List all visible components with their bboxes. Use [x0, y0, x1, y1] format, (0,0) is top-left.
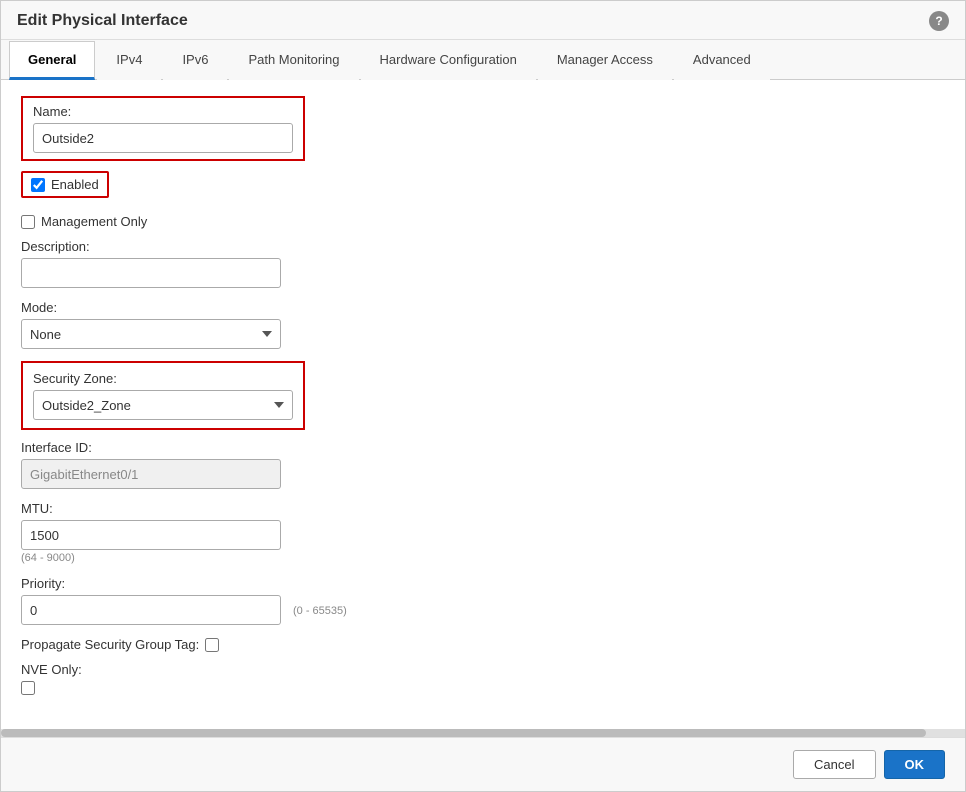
edit-physical-interface-dialog: Edit Physical Interface ? General IPv4 I… — [0, 0, 966, 792]
enabled-label: Enabled — [51, 177, 99, 192]
nve-only-checkbox[interactable] — [21, 681, 35, 695]
interface-id-label: Interface ID: — [21, 440, 945, 455]
priority-label: Priority: — [21, 576, 945, 591]
scrollbar-area[interactable] — [1, 729, 965, 737]
interface-id-input — [21, 459, 281, 489]
priority-input[interactable] — [21, 595, 281, 625]
name-group: Name: — [21, 96, 305, 161]
tab-path-monitoring[interactable]: Path Monitoring — [229, 41, 358, 80]
mtu-hint: (64 - 9000) — [21, 552, 945, 564]
security-zone-label: Security Zone: — [33, 371, 293, 386]
mtu-label: MTU: — [21, 501, 945, 516]
name-input[interactable] — [33, 123, 293, 153]
tab-bar: General IPv4 IPv6 Path Monitoring Hardwa… — [1, 40, 965, 80]
propagate-sgt-checkbox[interactable] — [205, 638, 219, 652]
enabled-group: Enabled — [21, 171, 109, 198]
propagate-sgt-group: Propagate Security Group Tag: — [21, 637, 945, 652]
tab-general[interactable]: General — [9, 41, 95, 80]
nve-only-group: NVE Only: — [21, 662, 945, 698]
security-zone-select[interactable]: Outside2_Zone None — [33, 390, 293, 420]
ok-button[interactable]: OK — [884, 750, 946, 779]
name-label: Name: — [33, 104, 293, 119]
description-label: Description: — [21, 239, 945, 254]
dialog-body: Name: Enabled Management Only Descriptio… — [1, 80, 965, 729]
dialog-header: Edit Physical Interface ? — [1, 1, 965, 40]
security-zone-group: Security Zone: Outside2_Zone None — [21, 361, 305, 430]
nve-only-label: NVE Only: — [21, 662, 945, 677]
interface-id-group: Interface ID: — [21, 440, 945, 489]
description-input[interactable] — [21, 258, 281, 288]
tab-ipv4[interactable]: IPv4 — [97, 41, 161, 80]
mode-label: Mode: — [21, 300, 945, 315]
scrollbar-thumb[interactable] — [1, 729, 926, 737]
mode-select[interactable]: None Inline Passive Erspan Target — [21, 319, 281, 349]
mtu-input[interactable] — [21, 520, 281, 550]
description-group: Description: — [21, 239, 945, 288]
enabled-checkbox[interactable] — [31, 178, 45, 192]
propagate-sgt-label: Propagate Security Group Tag: — [21, 637, 199, 652]
tab-hardware-configuration[interactable]: Hardware Configuration — [361, 41, 536, 80]
cancel-button[interactable]: Cancel — [793, 750, 875, 779]
tab-advanced[interactable]: Advanced — [674, 41, 770, 80]
management-only-label: Management Only — [41, 214, 147, 229]
tab-ipv6[interactable]: IPv6 — [163, 41, 227, 80]
mode-group: Mode: None Inline Passive Erspan Target — [21, 300, 945, 349]
priority-hint: (0 - 65535) — [293, 605, 347, 617]
dialog-title: Edit Physical Interface — [17, 12, 188, 30]
management-only-checkbox[interactable] — [21, 215, 35, 229]
dialog-footer: Cancel OK — [1, 737, 965, 791]
priority-group: Priority: (0 - 65535) — [21, 576, 945, 625]
tab-manager-access[interactable]: Manager Access — [538, 41, 672, 80]
help-icon[interactable]: ? — [929, 11, 949, 31]
management-only-group: Management Only — [21, 214, 945, 229]
mtu-group: MTU: (64 - 9000) — [21, 501, 945, 564]
